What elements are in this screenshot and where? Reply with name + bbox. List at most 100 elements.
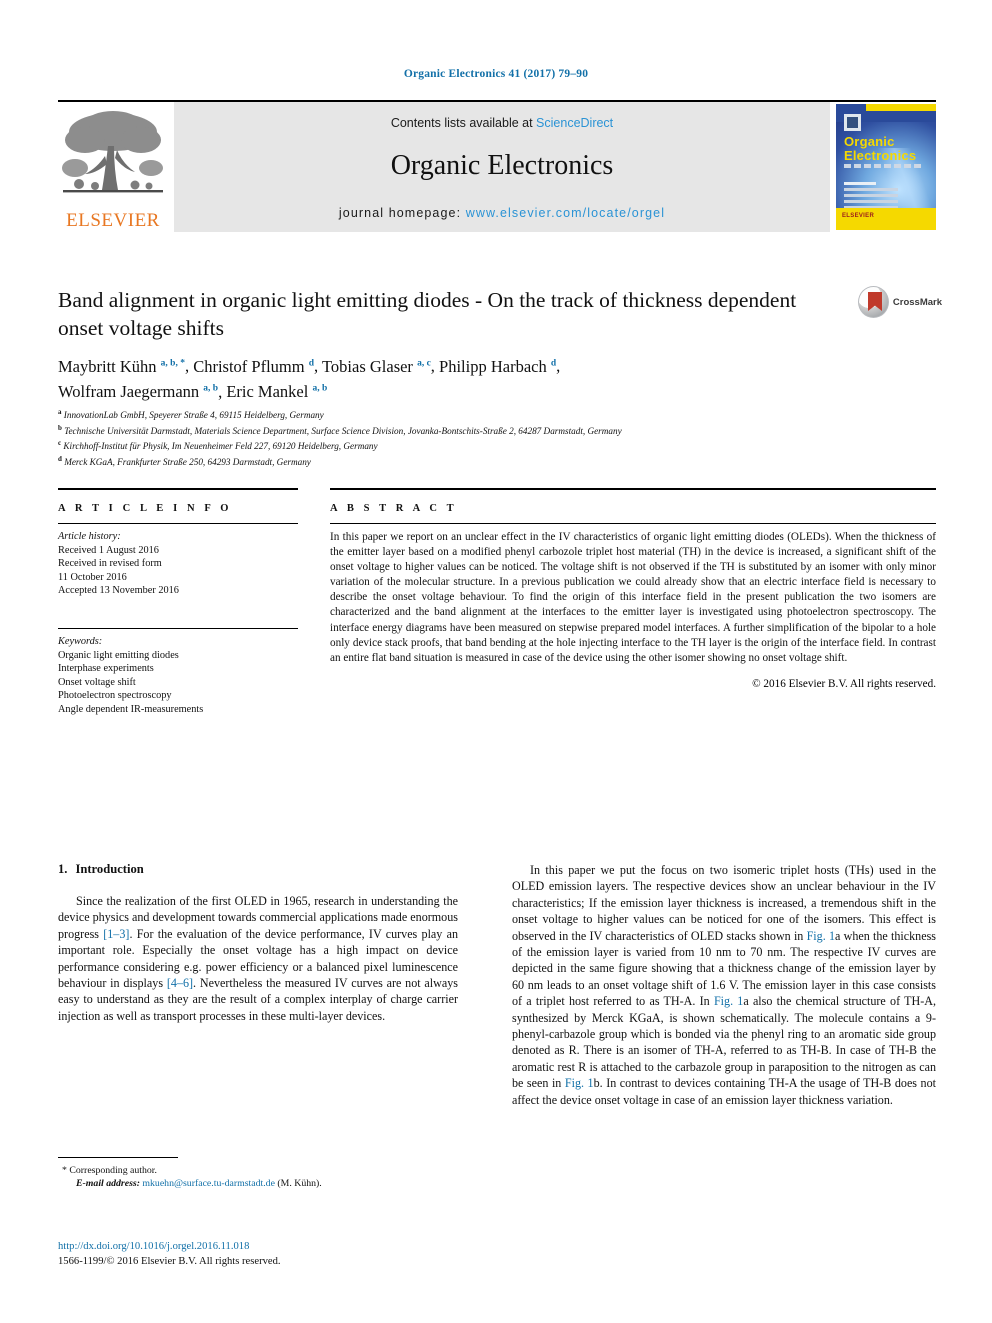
keyword-item: Angle dependent IR-measurements [58,703,204,715]
author-entry: Philipp Harbach d [439,357,556,376]
divider [330,523,936,524]
journal-homepage-link[interactable]: www.elsevier.com/locate/orgel [466,206,665,220]
section-heading-introduction: 1. Introduction [58,862,458,877]
cover-logo-square [844,114,861,131]
page-title: Band alignment in organic light emitting… [58,288,797,340]
crossmark-icon [858,286,889,318]
keywords-label: Keywords: [58,635,103,647]
history-item: 11 October 2016 [58,571,127,583]
section-title: Introduction [75,862,144,876]
keywords-list: Keywords: Organic light emitting diodes … [58,635,298,717]
history-item: Received in revised form [58,558,162,570]
sciencedirect-link[interactable]: ScienceDirect [536,116,613,130]
author-name: Christof Pflumm [193,356,305,376]
crossmark-badge[interactable]: CrossMark [858,285,942,319]
affiliation-mark: c [58,439,62,448]
corresponding-author-footnote: * Corresponding author. E-mail address: … [58,1157,458,1190]
article-info-box: A R T I C L E I N F O Article history: R… [58,488,298,717]
history-item: Accepted 13 November 2016 [58,585,179,597]
cover-subtitle-bars [844,164,924,168]
email-line: E-mail address: mkuehn@surface.tu-darmst… [58,1177,458,1190]
abstract-text: In this paper we report on an unclear ef… [330,531,936,664]
abstract-copyright: © 2016 Elsevier B.V. All rights reserved… [752,677,936,690]
keywords-block: Keywords: Organic light emitting diodes … [58,627,298,717]
body-column-left: 1. Introduction Since the realization of … [58,862,458,1024]
email-label: E-mail address: [76,1178,140,1189]
author-name: Tobias Glaser [321,356,413,376]
body-column-right: In this paper we put the focus on two is… [512,862,936,1108]
affiliation-text: Merck KGaA, Frankfurter Straße 250, 6429… [64,457,311,468]
corresponding-author-label: Corresponding author. [69,1165,157,1176]
paper-page: Organic Electronics 41 (2017) 79–90 ELSE… [0,0,992,1323]
affiliation-item: d Merck KGaA, Frankfurter Straße 250, 64… [58,453,938,469]
keyword-item: Onset voltage shift [58,676,136,688]
contents-available-line: Contents lists available at ScienceDirec… [174,116,830,130]
author-name: Eric Mankel [226,382,309,401]
abstract-box: A B S T R A C T In this paper we report … [330,488,936,690]
affiliation-text: Technische Universität Darmstadt, Materi… [64,425,622,436]
citation-ref-4-6[interactable]: [4–6] [167,976,193,990]
cover-bottom-text: ELSEVIER [842,213,875,219]
footnote-divider [58,1157,178,1158]
article-history-label: Article history: [58,531,121,542]
affiliation-list: a InnovationLab GmbH, Speyerer Straße 4,… [58,406,938,469]
keyword-item: Photoelectron spectroscopy [58,690,172,702]
article-history: Article history: Received 1 August 2016 … [58,530,298,598]
affiliation-item: a InnovationLab GmbH, Speyerer Straße 4,… [58,406,938,422]
cover-title-line2: Electronics [844,148,917,163]
affiliation-item: c Kirchhoff-Institut für Physik, Im Neue… [58,437,938,453]
author-marks: a, b [312,383,328,394]
figure-ref-1a-second[interactable]: Fig. 1 [714,994,743,1008]
keyword-item: Interphase experiments [58,663,154,675]
contents-prefix: Contents lists available at [390,116,537,130]
cover-title-line1: Organic [844,134,895,149]
author-entry: Eric Mankel a, b [226,382,327,401]
corresponding-author-mark: * [62,1165,67,1176]
author-name: Wolfram Jaegermann [58,382,200,401]
citation-ref-1-3[interactable]: [1–3] [103,927,129,941]
masthead-center-panel: Contents lists available at ScienceDirec… [174,102,830,232]
cover-top-bar [866,104,936,111]
section-number: 1. [58,862,68,876]
journal-title: Organic Electronics [390,150,614,181]
cover-bottom-bar: ELSEVIER [836,208,936,230]
author-name: Philipp Harbach [439,356,547,376]
divider [58,523,298,524]
author-sep: , [184,356,194,376]
figure-ref-1b[interactable]: Fig. 1 [565,1076,594,1090]
author-entry: Tobias Glaser a, c [322,357,431,376]
elsevier-wordmark: ELSEVIER [66,210,160,231]
author-marks: a, b [203,383,219,394]
author-list: Maybritt Kühn a, b, *, Christof Pflumm d… [58,352,848,403]
author-sep: , [430,356,440,376]
doi-block: http://dx.doi.org/10.1016/j.orgel.2016.1… [58,1240,478,1269]
intro-paragraph: Since the realization of the first OLED … [58,893,458,1024]
elsevier-logo: ELSEVIER [58,102,168,232]
article-info-heading: A R T I C L E I N F O [58,503,233,514]
author-sep: , [314,356,322,376]
author-name: Maybritt Kühn [58,356,157,376]
author-entry: Maybritt Kühn a, b, * [58,357,185,376]
author-sep: , [556,356,561,376]
author-marks: a, b, * [160,358,185,368]
issn-copyright-line: 1566-1199/© 2016 Elsevier B.V. All right… [58,1255,281,1267]
crossmark-label: CrossMark [892,296,942,308]
email-owner: (M. Kühn). [277,1178,322,1189]
journal-masthead: ELSEVIER Contents lists available at Sci… [58,100,936,232]
figure-ref-1a[interactable]: Fig. 1 [807,929,835,943]
journal-homepage-line: journal homepage: www.elsevier.com/locat… [174,206,830,220]
corresponding-author-line: * Corresponding author. [58,1164,458,1177]
running-head: Organic Electronics 41 (2017) 79–90 [403,68,589,80]
elsevier-tree-icon [62,111,163,193]
keyword-item: Organic light emitting diodes [58,649,179,661]
affiliation-mark: a [58,408,62,416]
history-item: Received 1 August 2016 [58,544,159,556]
doi-link[interactable]: http://dx.doi.org/10.1016/j.orgel.2016.1… [58,1240,478,1255]
affiliation-item: b Technische Universität Darmstadt, Mate… [58,422,938,438]
author-marks: a, c [417,358,431,368]
email-link[interactable]: mkuehn@surface.tu-darmstadt.de [142,1178,275,1189]
divider [58,627,298,629]
author-entry: Christof Pflumm d [193,357,314,376]
affiliation-mark: d [58,454,62,463]
author-entry: Wolfram Jaegermann a, b [58,382,218,401]
